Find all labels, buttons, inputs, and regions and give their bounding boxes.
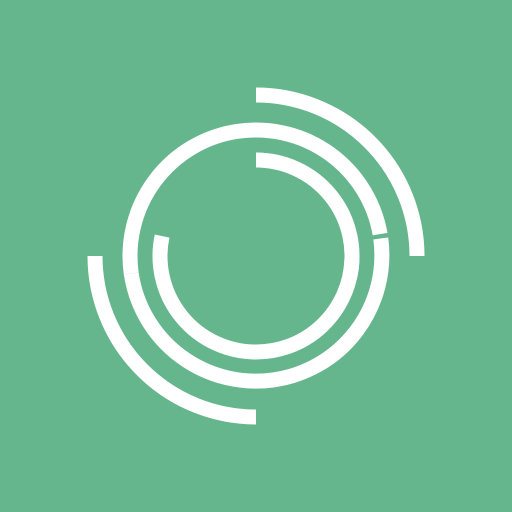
icon-background	[0, 0, 512, 512]
app-icon	[0, 0, 512, 512]
